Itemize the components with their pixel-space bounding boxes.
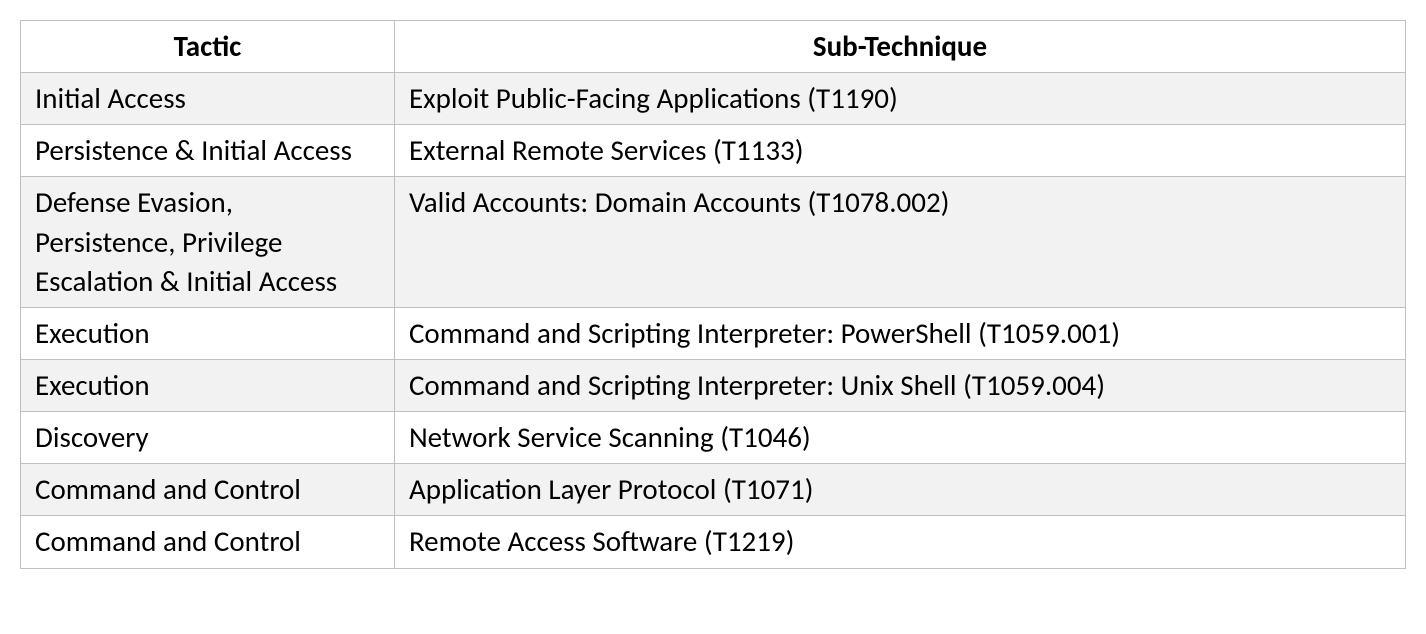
mitre-table: Tactic Sub-Technique Initial Access Expl… bbox=[20, 20, 1406, 569]
cell-subtechnique: Command and Scripting Interpreter: Power… bbox=[394, 307, 1405, 359]
cell-subtechnique: Valid Accounts: Domain Accounts (T1078.0… bbox=[394, 177, 1405, 307]
cell-subtechnique: Exploit Public-Facing Applications (T119… bbox=[394, 73, 1405, 125]
cell-tactic: Defense Evasion, Persistence, Privilege … bbox=[21, 177, 395, 307]
header-subtechnique: Sub-Technique bbox=[394, 21, 1405, 73]
header-tactic: Tactic bbox=[21, 21, 395, 73]
cell-subtechnique: Remote Access Software (T1219) bbox=[394, 516, 1405, 568]
cell-tactic: Persistence & Initial Access bbox=[21, 125, 395, 177]
table-row: Execution Command and Scripting Interpre… bbox=[21, 307, 1406, 359]
cell-tactic: Initial Access bbox=[21, 73, 395, 125]
table-row: Defense Evasion, Persistence, Privilege … bbox=[21, 177, 1406, 307]
table-row: Persistence & Initial Access External Re… bbox=[21, 125, 1406, 177]
cell-tactic: Command and Control bbox=[21, 464, 395, 516]
table-row: Discovery Network Service Scanning (T104… bbox=[21, 412, 1406, 464]
table-row: Command and Control Remote Access Softwa… bbox=[21, 516, 1406, 568]
table-row: Initial Access Exploit Public-Facing App… bbox=[21, 73, 1406, 125]
table-header-row: Tactic Sub-Technique bbox=[21, 21, 1406, 73]
cell-tactic: Execution bbox=[21, 359, 395, 411]
cell-subtechnique: Command and Scripting Interpreter: Unix … bbox=[394, 359, 1405, 411]
table-row: Command and Control Application Layer Pr… bbox=[21, 464, 1406, 516]
cell-tactic: Command and Control bbox=[21, 516, 395, 568]
cell-tactic: Discovery bbox=[21, 412, 395, 464]
cell-subtechnique: External Remote Services (T1133) bbox=[394, 125, 1405, 177]
table-row: Execution Command and Scripting Interpre… bbox=[21, 359, 1406, 411]
cell-subtechnique: Application Layer Protocol (T1071) bbox=[394, 464, 1405, 516]
cell-tactic: Execution bbox=[21, 307, 395, 359]
cell-subtechnique: Network Service Scanning (T1046) bbox=[394, 412, 1405, 464]
table-body: Initial Access Exploit Public-Facing App… bbox=[21, 73, 1406, 568]
